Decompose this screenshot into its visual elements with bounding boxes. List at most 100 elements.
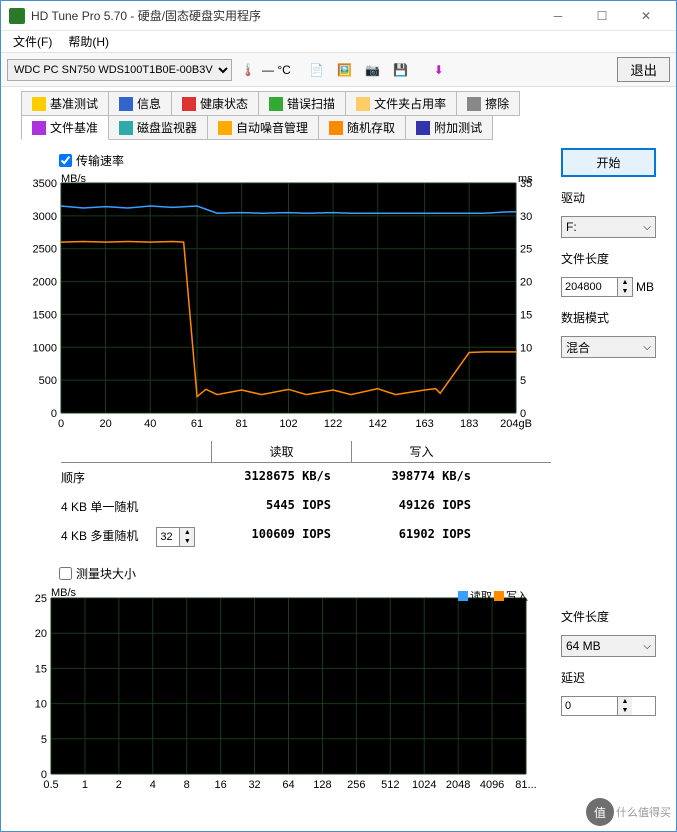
svg-text:3500: 3500 bbox=[33, 178, 57, 190]
menu-file[interactable]: 文件(F) bbox=[5, 31, 60, 52]
monitor-icon bbox=[119, 121, 133, 135]
tab-随机存取[interactable]: 随机存取 bbox=[318, 115, 406, 140]
search-icon bbox=[269, 97, 283, 111]
screenshot-icon[interactable]: 📷 bbox=[361, 58, 385, 82]
svg-text:1500: 1500 bbox=[33, 309, 57, 321]
file-length-spin[interactable]: ▲▼ bbox=[561, 277, 633, 297]
minimize-button[interactable]: ─ bbox=[536, 2, 580, 30]
svg-text:81...: 81... bbox=[515, 779, 536, 791]
tab-信息[interactable]: 信息 bbox=[108, 91, 172, 116]
tab-自动噪音管理[interactable]: 自动噪音管理 bbox=[207, 115, 319, 140]
tab-擦除[interactable]: 擦除 bbox=[456, 91, 520, 116]
svg-text:15: 15 bbox=[35, 663, 47, 675]
block-size-label: 测量块大小 bbox=[76, 565, 136, 582]
table-row: 顺序3128675 KB/s398774 KB/s bbox=[61, 463, 551, 492]
svg-text:25: 25 bbox=[520, 244, 532, 256]
legend-read-swatch bbox=[458, 591, 468, 601]
block-size-checkbox[interactable] bbox=[59, 567, 72, 580]
table-row: 4 KB 单一随机5445 IOPS49126 IOPS bbox=[61, 492, 551, 521]
svg-text:32: 32 bbox=[248, 779, 260, 791]
svg-text:15: 15 bbox=[520, 309, 532, 321]
svg-text:0.5: 0.5 bbox=[43, 779, 58, 791]
options-icon[interactable]: ⬇ bbox=[427, 58, 451, 82]
health-icon bbox=[182, 97, 196, 111]
svg-text:10: 10 bbox=[520, 342, 532, 354]
svg-text:8: 8 bbox=[184, 779, 190, 791]
block-size-chart: 0510152025MB/s0.512481632641282565121024… bbox=[21, 586, 536, 791]
folder-icon bbox=[356, 97, 370, 111]
drive-label: 驱动 bbox=[561, 189, 656, 206]
svg-text:2: 2 bbox=[116, 779, 122, 791]
svg-text:128: 128 bbox=[313, 779, 331, 791]
legend-write-swatch bbox=[494, 591, 504, 601]
random-icon bbox=[329, 121, 343, 135]
file-length2-label: 文件长度 bbox=[561, 608, 656, 625]
svg-text:MB/s: MB/s bbox=[61, 173, 87, 185]
tab-错误扫描[interactable]: 错误扫描 bbox=[258, 91, 346, 116]
toolbar: WDC PC SN750 WDS100T1B0E-00B3V0 (: 🌡️ — … bbox=[1, 53, 676, 87]
col-header-write: 写入 bbox=[351, 441, 491, 462]
svg-text:20: 20 bbox=[99, 418, 111, 430]
svg-text:2000: 2000 bbox=[33, 277, 57, 289]
svg-text:1: 1 bbox=[82, 779, 88, 791]
delay-spin[interactable]: ▲▼ bbox=[561, 696, 656, 716]
svg-text:500: 500 bbox=[39, 375, 57, 387]
svg-text:2048: 2048 bbox=[446, 779, 470, 791]
svg-text:16: 16 bbox=[215, 779, 227, 791]
file-length-unit: MB bbox=[636, 280, 654, 294]
transfer-rate-checkbox[interactable] bbox=[59, 154, 72, 167]
svg-text:30: 30 bbox=[520, 211, 532, 223]
svg-text:20: 20 bbox=[35, 628, 47, 640]
file-length-label: 文件长度 bbox=[561, 250, 656, 267]
svg-text:256: 256 bbox=[347, 779, 365, 791]
svg-text:4096: 4096 bbox=[480, 779, 504, 791]
tab-文件基准[interactable]: 文件基准 bbox=[21, 115, 109, 140]
drive-select[interactable]: F: bbox=[561, 216, 656, 238]
start-button[interactable]: 开始 bbox=[561, 148, 656, 177]
svg-text:25: 25 bbox=[35, 593, 47, 605]
maximize-button[interactable]: ☐ bbox=[580, 2, 624, 30]
table-row: 4 KB 多重随机▲▼100609 IOPS61902 IOPS bbox=[61, 521, 551, 553]
info-icon bbox=[119, 97, 133, 111]
svg-text:0: 0 bbox=[51, 408, 57, 420]
svg-text:102: 102 bbox=[279, 418, 297, 430]
svg-text:183: 183 bbox=[460, 418, 478, 430]
svg-text:3000: 3000 bbox=[33, 211, 57, 223]
tab-文件夹占用率[interactable]: 文件夹占用率 bbox=[345, 91, 457, 116]
delay-label: 延迟 bbox=[561, 669, 656, 686]
svg-text:1024: 1024 bbox=[412, 779, 436, 791]
svg-text:512: 512 bbox=[381, 779, 399, 791]
copy-image-icon[interactable]: 🖼️ bbox=[333, 58, 357, 82]
close-button[interactable]: ✕ bbox=[624, 2, 668, 30]
file-bench-icon bbox=[32, 121, 46, 135]
svg-text:0: 0 bbox=[58, 418, 64, 430]
tab-磁盘监视器[interactable]: 磁盘监视器 bbox=[108, 115, 208, 140]
svg-text:64: 64 bbox=[282, 779, 294, 791]
legend-write-label: 写入 bbox=[506, 588, 528, 604]
svg-text:20: 20 bbox=[520, 277, 532, 289]
app-icon bbox=[9, 8, 25, 24]
tab-附加测试[interactable]: 附加测试 bbox=[405, 115, 493, 140]
svg-text:10: 10 bbox=[35, 699, 47, 711]
svg-text:5: 5 bbox=[41, 734, 47, 746]
file-length2-select[interactable]: 64 MB bbox=[561, 635, 656, 657]
exit-button[interactable]: 退出 bbox=[617, 57, 670, 82]
svg-text:35: 35 bbox=[520, 178, 532, 190]
col-header-read: 读取 bbox=[211, 441, 351, 462]
svg-text:4: 4 bbox=[150, 779, 156, 791]
tab-基准测试[interactable]: 基准测试 bbox=[21, 91, 109, 116]
svg-text:5: 5 bbox=[520, 375, 526, 387]
menu-help[interactable]: 帮助(H) bbox=[60, 31, 117, 52]
watermark: 值 什么值得买 bbox=[586, 798, 671, 826]
copy-text-icon[interactable]: 📄 bbox=[305, 58, 329, 82]
menu-bar: 文件(F) 帮助(H) bbox=[1, 31, 676, 53]
save-icon[interactable]: 💾 bbox=[389, 58, 413, 82]
data-mode-select[interactable]: 混合 bbox=[561, 336, 656, 358]
light-icon bbox=[32, 97, 46, 111]
thermometer-icon: 🌡️ bbox=[236, 58, 260, 82]
trash-icon bbox=[467, 97, 481, 111]
queue-depth-spin[interactable]: ▲▼ bbox=[156, 527, 195, 547]
device-select[interactable]: WDC PC SN750 WDS100T1B0E-00B3V0 (: bbox=[7, 59, 232, 81]
svg-text:61: 61 bbox=[191, 418, 203, 430]
tab-健康状态[interactable]: 健康状态 bbox=[171, 91, 259, 116]
